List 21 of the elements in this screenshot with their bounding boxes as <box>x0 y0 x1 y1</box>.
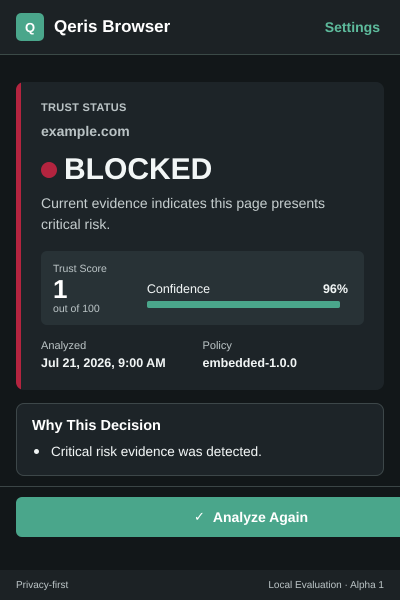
detail-value: Jul 21, 2026, 9:00 AM <box>41 356 167 370</box>
confidence-label: Confidence <box>146 282 210 296</box>
detail-label: Policy <box>202 340 233 352</box>
bullet-icon <box>34 449 39 454</box>
app-logo-icon: Q <box>16 13 44 41</box>
detail-value: embedded-1.0.0 <box>202 356 298 370</box>
status-description: Current evidence indicates this page presents critical risk. <box>41 194 326 234</box>
score-value: 1 <box>53 275 68 303</box>
status-text: BLOCKED <box>64 153 212 187</box>
app-title: Qeris Browser <box>54 17 170 37</box>
score-label: Trust Score <box>53 263 107 275</box>
footer-text: Privacy-first <box>16 580 68 590</box>
footer-text: Local Evaluation · Alpha 1 <box>268 580 384 590</box>
decision-title: Why This Decision <box>32 418 162 434</box>
confidence-reading: 96% <box>322 282 348 296</box>
settings-link[interactable]: Settings <box>324 19 380 35</box>
domain-text: example.com <box>41 123 131 139</box>
detail-label: Analyzed <box>41 340 88 352</box>
section-label: TRUST STATUS <box>41 102 128 114</box>
score-caption: out of 100 <box>53 303 101 315</box>
reason-text: Critical risk evidence was detected. <box>51 444 262 459</box>
